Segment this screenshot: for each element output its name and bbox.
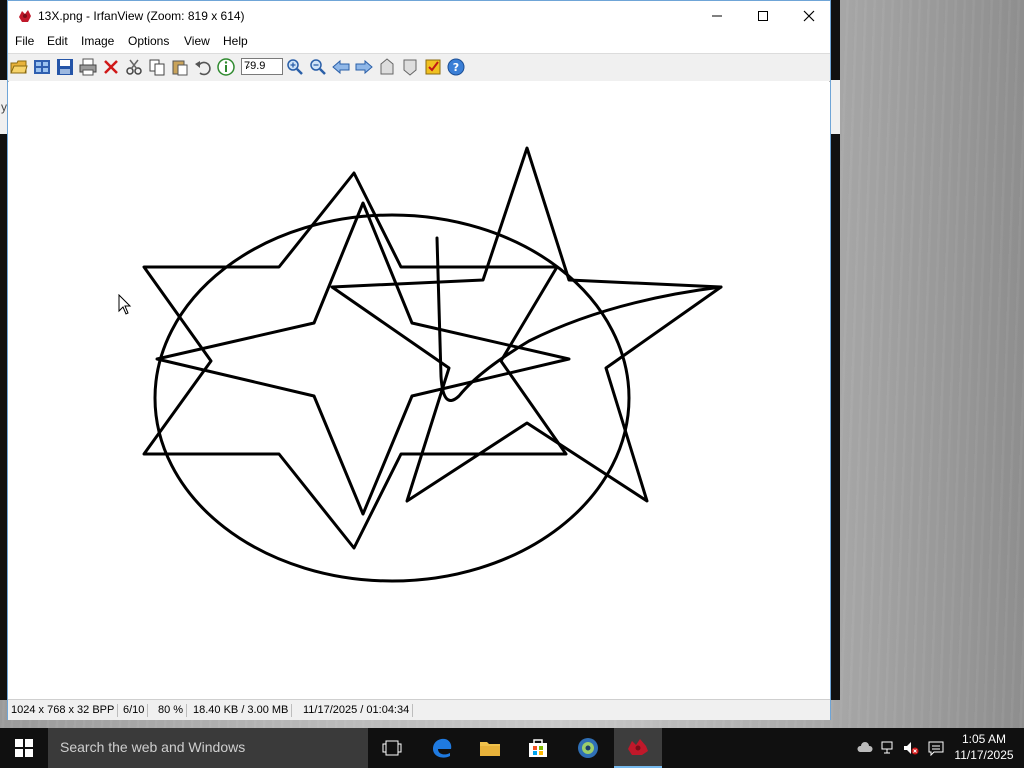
globe-app-icon [578, 738, 598, 758]
edge-button[interactable] [418, 728, 466, 768]
search-input[interactable]: Search the web and Windows [48, 728, 368, 768]
first-icon[interactable] [378, 58, 396, 76]
status-zoom: 80 % [155, 704, 188, 717]
menu-view[interactable]: View [184, 34, 210, 48]
windows-logo-icon [15, 739, 33, 757]
notifications-icon[interactable] [928, 740, 944, 756]
status-datetime: 11/17/2025 / 01:04:34 [300, 704, 414, 717]
show-desktop-button[interactable] [1019, 728, 1024, 768]
menu-image[interactable]: Image [81, 34, 114, 48]
task-view-button[interactable] [368, 728, 416, 768]
clock-date: 11/17/2025 [954, 748, 1014, 762]
drawn-ellipse [153, 213, 631, 583]
start-button[interactable] [0, 728, 48, 768]
open-icon[interactable] [10, 58, 28, 76]
close-button[interactable] [786, 1, 832, 31]
previous-icon[interactable] [332, 58, 350, 76]
network-icon[interactable] [880, 740, 896, 756]
zoom-in-icon[interactable] [286, 58, 304, 76]
save-icon[interactable] [56, 58, 74, 76]
minimize-button[interactable] [694, 1, 740, 31]
menu-bar: File Edit Image Options View Help [8, 31, 830, 53]
folder-icon [480, 742, 500, 756]
copy-icon[interactable] [148, 58, 166, 76]
maximize-icon [758, 11, 768, 21]
irfanview-window: 13X.png - IrfanView (Zoom: 819 x 614) Fi… [7, 0, 831, 720]
search-placeholder: Search the web and Windows [60, 739, 246, 755]
cloud-icon[interactable] [857, 740, 873, 756]
info-icon[interactable] [217, 58, 235, 76]
maximize-button[interactable] [740, 1, 786, 31]
menu-edit[interactable]: Edit [47, 34, 68, 48]
file-explorer-button[interactable] [466, 728, 514, 768]
window-title: 13X.png - IrfanView (Zoom: 819 x 614) [38, 9, 245, 23]
volume-muted-icon[interactable] [903, 740, 919, 756]
menu-options[interactable]: Options [128, 34, 169, 48]
app-button[interactable] [564, 728, 612, 768]
close-icon [803, 10, 815, 22]
zoom-out-icon[interactable] [309, 58, 327, 76]
mouse-cursor-icon [118, 294, 132, 315]
menu-help[interactable]: Help [223, 34, 248, 48]
task-view-icon [382, 740, 402, 756]
clock-time: 1:05 AM [961, 732, 1007, 746]
paint-icon[interactable] [424, 58, 442, 76]
drawn-curve [435, 236, 723, 402]
undo-icon[interactable] [194, 58, 212, 76]
status-bar: 1024 x 768 x 32 BPP 6/10 80 % 18.40 KB /… [8, 699, 830, 720]
taskbar: Search the web and Windows 1:05 AM 11/17… [0, 728, 1024, 768]
svg-text:?: ? [453, 61, 459, 74]
irfanview-logo-icon [17, 8, 33, 24]
minimize-icon [712, 15, 722, 17]
help-icon[interactable]: ? [447, 58, 465, 76]
clock[interactable]: 1:05 AM 11/17/2025 [950, 731, 1018, 763]
toolbar: 79.9 ⌄ ? [8, 53, 830, 82]
edge-icon [433, 738, 452, 758]
image-canvas[interactable] [9, 81, 829, 695]
drawn-star-four-point [155, 201, 571, 516]
menu-file[interactable]: File [15, 34, 34, 48]
chevron-down-icon: ⌄ [244, 60, 252, 70]
next-icon[interactable] [355, 58, 373, 76]
delete-icon[interactable] [102, 58, 120, 76]
last-icon[interactable] [401, 58, 419, 76]
title-bar[interactable]: 13X.png - IrfanView (Zoom: 819 x 614) [8, 1, 830, 31]
cut-icon[interactable] [125, 58, 143, 76]
status-size: 18.40 KB / 3.00 MB [190, 704, 293, 717]
status-dimensions: 1024 x 768 x 32 BPP [8, 704, 119, 717]
store-icon [529, 739, 547, 757]
irfanview-task-button[interactable] [614, 728, 662, 768]
print-icon[interactable] [79, 58, 97, 76]
zoom-select[interactable]: 79.9 ⌄ [241, 58, 283, 75]
paste-icon[interactable] [171, 58, 189, 76]
status-index: 6/10 [120, 704, 149, 717]
thumbnails-icon[interactable] [33, 58, 51, 76]
store-button[interactable] [514, 728, 562, 768]
irfanview-icon [628, 739, 648, 755]
